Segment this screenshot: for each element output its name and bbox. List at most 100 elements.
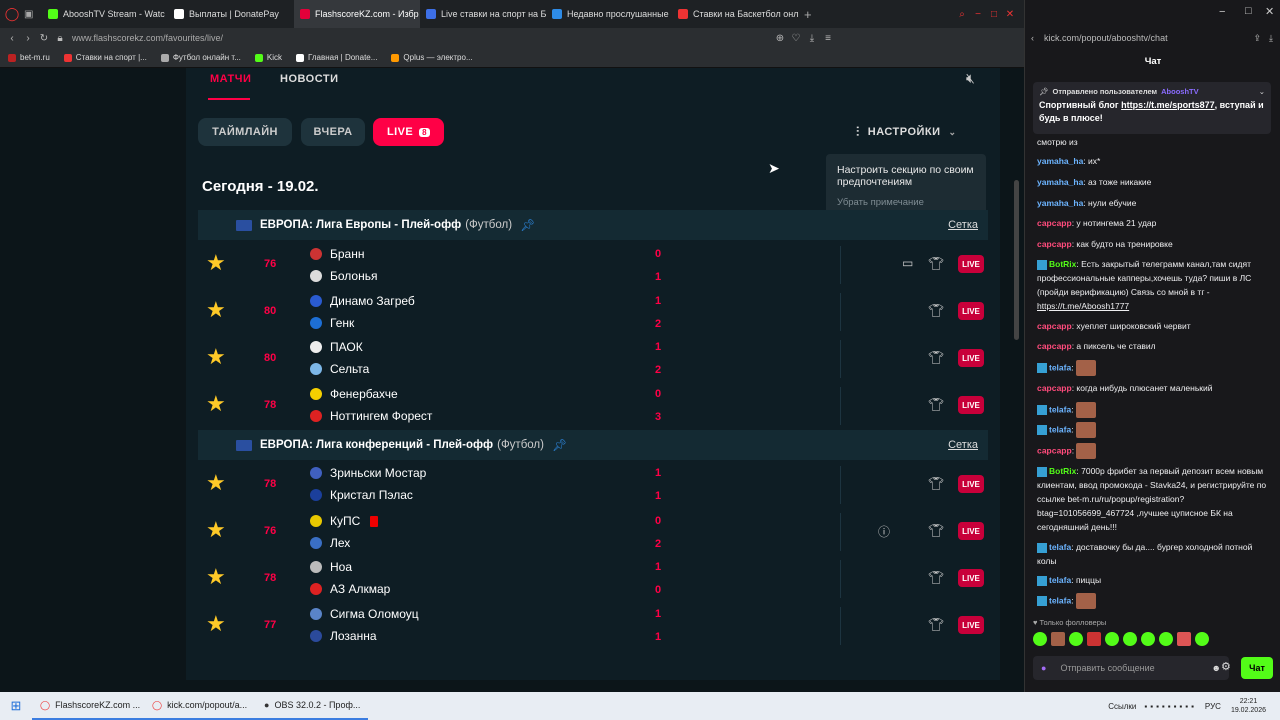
message-username[interactable]: сарсарр <box>1037 321 1072 331</box>
lineup-shirt-icon[interactable]: 👕︎ <box>928 350 945 366</box>
tray-icons[interactable]: ▪▪▪▪▪▪▪▪▪ <box>1144 702 1197 711</box>
browser-tab-betting[interactable]: Live ставки на спорт на Б <box>420 0 546 28</box>
pinned-link[interactable]: https://t.me/sports877 <box>1121 100 1215 110</box>
url-field[interactable]: www.flashscorekz.com/favourites/live/ <box>72 33 772 43</box>
match-row[interactable]: ★ 78 Фенербахче Ноттингем Форест 0 3 👕︎ … <box>198 383 988 429</box>
lineup-shirt-icon[interactable]: 👕︎ <box>928 523 945 539</box>
emote-icon[interactable] <box>1177 632 1191 646</box>
star-icon[interactable]: ★ <box>206 519 226 541</box>
match-row[interactable]: ★ 76 КуПС Лех 0 2 ⓘ 👕︎ LIVE <box>198 509 988 555</box>
lineup-shirt-icon[interactable]: 👕︎ <box>928 476 945 492</box>
filter-live-button[interactable]: LIVE 8 <box>373 118 444 146</box>
minimize-icon[interactable]: − <box>970 9 986 20</box>
browser-tab-music[interactable]: Недавно прослушанные <box>546 0 672 28</box>
bookmark-donate[interactable]: Главная | Donate... <box>295 53 377 62</box>
settings-button[interactable]: ⫶ НАСТРОЙКИ ⌄ <box>856 124 957 140</box>
chat-send-button[interactable]: Чат <box>1241 657 1273 679</box>
lineup-shirt-icon[interactable]: 👕︎ <box>928 397 945 413</box>
bookmark-qplus[interactable]: Qplus — электро... <box>391 53 473 62</box>
league-header[interactable]: ЕВРОПА: Лига конференций - Плей-офф (Фут… <box>198 430 988 460</box>
tab-matches[interactable]: МАТЧИ <box>210 73 251 85</box>
browser-tab-flashscore[interactable]: FlashscoreKZ.com - Избр× <box>294 0 420 28</box>
message-username[interactable]: сарсарр <box>1037 445 1072 455</box>
pin-icon[interactable]: 📌︎ <box>520 218 535 232</box>
zoom-icon[interactable]: ⊕ <box>772 33 788 44</box>
bookmark-icon[interactable]: ♡ <box>788 33 804 44</box>
bracket-link[interactable]: Сетка <box>948 439 978 451</box>
match-row[interactable]: ★ 80 ПАОК Сельта 1 2 👕︎ LIVE <box>198 336 988 382</box>
opera-logo-icon[interactable]: ◯ <box>0 6 24 22</box>
bookmark-kick[interactable]: Kick <box>254 53 282 62</box>
match-row[interactable]: ★ 80 Динамо Загреб Генк 1 2 👕︎ LIVE <box>198 289 988 335</box>
taskbar-item-kick[interactable]: ◯ kick.com/popout/a... <box>144 692 256 720</box>
forward-icon[interactable]: › <box>20 33 36 44</box>
message-username[interactable]: сарсарр <box>1037 239 1072 249</box>
menu-icon[interactable]: ≡ <box>820 33 836 44</box>
info-icon[interactable]: ⓘ <box>878 523 890 540</box>
bookmark-football-online[interactable]: Футбол онлайн т... <box>160 53 241 62</box>
live-button[interactable]: LIVE <box>958 349 984 367</box>
emote-icon[interactable] <box>1195 632 1209 646</box>
bracket-link[interactable]: Сетка <box>948 219 978 231</box>
filter-yesterday-button[interactable]: ВЧЕРА <box>301 118 365 146</box>
close-window-icon[interactable]: ✕ <box>1002 9 1018 20</box>
close-window-icon[interactable]: ✕ <box>1265 5 1274 18</box>
star-icon[interactable]: ★ <box>206 613 226 635</box>
emote-icon[interactable] <box>1087 632 1101 646</box>
match-row[interactable]: ★ 78 Зриньски Мостар Кристал Пэлас 1 1 👕… <box>198 462 988 508</box>
tooltip-dismiss-link[interactable]: Убрать примечание <box>837 197 975 208</box>
back-icon[interactable]: ‹ <box>4 33 20 44</box>
mute-icon[interactable]: 🔇︎ <box>966 70 975 87</box>
chevron-down-icon[interactable]: ⌄ <box>1259 87 1265 96</box>
live-button[interactable]: LIVE <box>958 475 984 493</box>
emote-icon[interactable] <box>1123 632 1137 646</box>
back-icon[interactable]: ‹ <box>1031 33 1034 43</box>
pin-icon[interactable]: 📌︎ <box>552 438 567 452</box>
message-username[interactable]: BotRix <box>1049 466 1076 476</box>
star-icon[interactable]: ★ <box>206 346 226 368</box>
emote-icon[interactable] <box>1069 632 1083 646</box>
message-username[interactable]: telafa <box>1049 575 1071 585</box>
message-username[interactable]: yamaha_ha <box>1037 177 1083 187</box>
bookmark-bet-m[interactable]: bet-m.ru <box>8 53 50 62</box>
start-windows-icon[interactable]: ⊞ <box>0 698 32 714</box>
language-indicator[interactable]: РУС <box>1205 702 1221 711</box>
emote-picker-icon[interactable]: ● <box>1041 663 1046 673</box>
bookmark-sport-bets[interactable]: Ставки на спорт |... <box>63 53 147 62</box>
live-button[interactable]: LIVE <box>958 569 984 587</box>
emote-icon[interactable] <box>1033 632 1047 646</box>
lineup-shirt-icon[interactable]: 👕︎ <box>928 256 945 272</box>
live-button[interactable]: LIVE <box>958 616 984 634</box>
match-row[interactable]: ★ 77 Сигма Оломоуц Лозанна 1 1 👕︎ LIVE <box>198 603 988 649</box>
clock[interactable]: 22:21 19.02.2026 <box>1231 697 1266 715</box>
emote-icon[interactable] <box>1141 632 1155 646</box>
league-header[interactable]: ЕВРОПА: Лига Европы - Плей-офф (Футбол) … <box>198 210 988 240</box>
share-icon[interactable]: ⇪ <box>1253 33 1261 44</box>
lineup-shirt-icon[interactable]: 👕︎ <box>928 303 945 319</box>
message-username[interactable]: telafa <box>1049 424 1071 434</box>
message-link[interactable]: https://t.me/Aboosh1777 <box>1037 301 1129 311</box>
download-icon[interactable]: ⤓ <box>1269 33 1273 44</box>
message-username[interactable]: telafa <box>1049 595 1071 605</box>
star-icon[interactable]: ★ <box>206 472 226 494</box>
message-username[interactable]: сарсарр <box>1037 218 1072 228</box>
taskbar-item-flashscore[interactable]: ◯ FlashscoreKZ.com ... <box>32 692 144 720</box>
live-button[interactable]: LIVE <box>958 522 984 540</box>
chat-input-box[interactable]: ● Отправить сообщение ☻ <box>1033 656 1229 680</box>
download-icon[interactable]: ⤓ <box>804 33 820 44</box>
chat-settings-gear-icon[interactable]: ⚙ <box>1221 660 1231 673</box>
links-toolbar-label[interactable]: Ссылки <box>1108 702 1136 711</box>
star-icon[interactable]: ★ <box>206 252 226 274</box>
tv-icon[interactable]: ▭ <box>902 256 913 270</box>
message-username[interactable]: telafa <box>1049 362 1071 372</box>
star-icon[interactable]: ★ <box>206 299 226 321</box>
browser-tab-kick[interactable]: AbooshTV Stream - Watc <box>42 0 168 28</box>
match-row[interactable]: ★ 76 Бранн Болонья 0 1 ▭ 👕︎ LIVE <box>198 242 988 288</box>
lineup-shirt-icon[interactable]: 👕︎ <box>928 617 945 633</box>
live-button[interactable]: LIVE <box>958 302 984 320</box>
tab-manager-icon[interactable]: ▣ <box>24 9 42 20</box>
browser-tab-basketball[interactable]: Ставки на Баскетбол онл <box>672 0 798 28</box>
live-button[interactable]: LIVE <box>958 396 984 414</box>
message-username[interactable]: сарсарр <box>1037 341 1072 351</box>
taskbar-item-obs[interactable]: ● OBS 32.0.2 - Проф... <box>256 692 368 720</box>
